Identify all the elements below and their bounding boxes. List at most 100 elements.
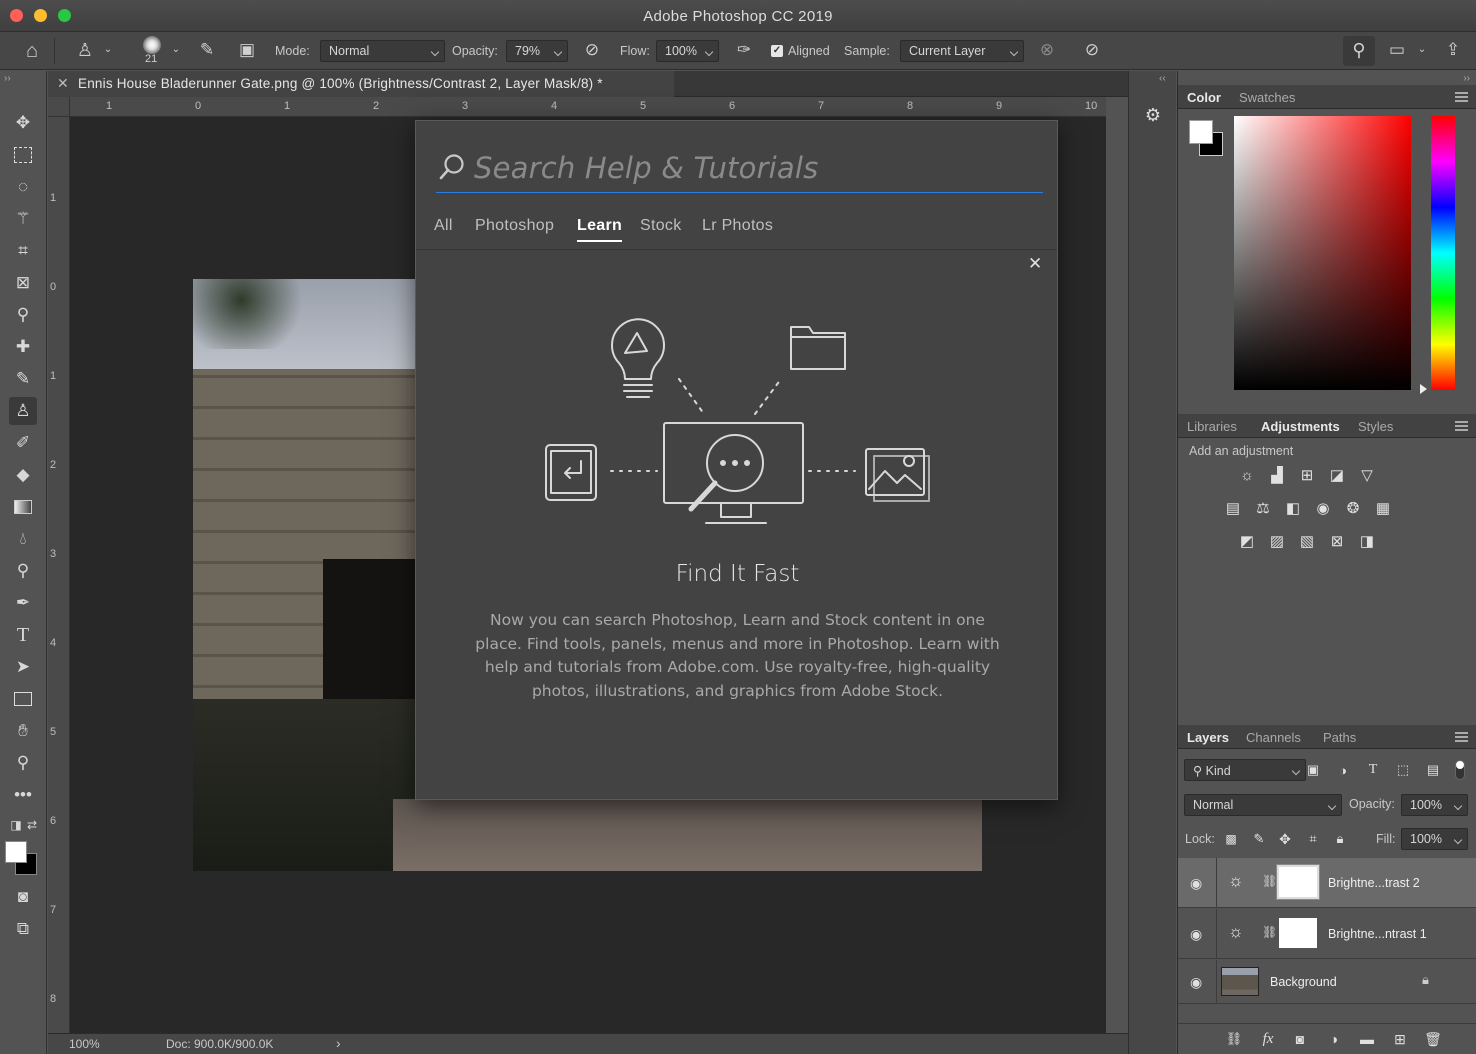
invert-icon[interactable]: ◩ [1236, 530, 1258, 552]
workspace-icon[interactable]: ▭ [1385, 39, 1409, 61]
new-group-icon[interactable]: ▬ [1356, 1028, 1378, 1050]
eyedropper-tool-icon[interactable]: ⚲ [9, 301, 37, 329]
dodge-tool-icon[interactable]: ⚲ [9, 557, 37, 585]
chevron-down-icon[interactable]: ⌄ [100, 39, 116, 61]
chevron-down-icon[interactable]: ⌄ [168, 39, 184, 61]
clone-stamp-preset-icon[interactable]: ♙ [72, 39, 98, 61]
more-tools-icon[interactable]: ••• [9, 781, 37, 809]
tab-color[interactable]: Color [1187, 90, 1221, 105]
color-field[interactable] [1234, 116, 1411, 390]
quick-mask-icon[interactable]: ◙ [9, 883, 37, 911]
hue-slider[interactable] [1431, 116, 1455, 390]
magic-wand-tool-icon[interactable]: ⚚ [9, 205, 37, 233]
learn-panel-icon[interactable]: ⚙ [1141, 101, 1165, 129]
pixel-filter-icon[interactable]: ▣ [1302, 759, 1324, 781]
lock-all-icon[interactable]: 🔒︎ [1329, 828, 1351, 850]
layer-opacity-field[interactable]: 100% [1401, 794, 1468, 816]
layer-name[interactable]: Brightne...trast 2 [1328, 876, 1420, 890]
type-tool-icon[interactable]: T [9, 621, 37, 649]
close-icon[interactable]: ✕ [57, 75, 69, 92]
clone-source-icon[interactable]: ▣ [234, 39, 260, 61]
eye-icon[interactable]: ◉ [1190, 875, 1202, 892]
filter-toggle[interactable] [1455, 760, 1465, 780]
new-layer-icon[interactable]: ⊞ [1389, 1028, 1411, 1050]
tab-layers[interactable]: Layers [1187, 730, 1229, 745]
hue-slider-handle[interactable] [1420, 384, 1427, 394]
gradient-map-icon[interactable]: ⊠ [1326, 530, 1348, 552]
link-icon[interactable]: ⛓ [1262, 925, 1277, 939]
mode-select[interactable]: Normal [320, 40, 445, 62]
move-tool-icon[interactable]: ✥ [9, 109, 37, 137]
pressure-size-icon[interactable]: ⊘ [1080, 39, 1104, 61]
sample-select[interactable]: Current Layer [900, 40, 1024, 62]
airbrush-icon[interactable]: ✑ [731, 39, 757, 61]
close-icon[interactable]: ✕ [1028, 254, 1042, 274]
document-tab[interactable]: ✕ Ennis House Bladerunner Gate.png @ 100… [48, 71, 674, 97]
share-icon[interactable]: ⇪ [1440, 39, 1466, 61]
add-mask-icon[interactable]: ◙ [1289, 1028, 1311, 1050]
threshold-icon[interactable]: ▧ [1296, 530, 1318, 552]
color-lookup-icon[interactable]: ▦ [1372, 497, 1394, 519]
photo-filter-icon[interactable]: ◉ [1312, 497, 1334, 519]
pen-tool-icon[interactable]: ✒ [9, 589, 37, 617]
fx-icon[interactable]: fx [1257, 1028, 1279, 1050]
panel-menu-icon[interactable] [1455, 732, 1468, 742]
blend-mode-select[interactable]: Normal [1184, 794, 1342, 816]
pressure-opacity-icon[interactable]: ⊘ [580, 39, 604, 61]
curves-icon[interactable]: ⊞ [1296, 464, 1318, 486]
levels-icon[interactable]: ▟ [1266, 464, 1288, 486]
tab-adjustments[interactable]: Adjustments [1261, 419, 1340, 434]
tab-all[interactable]: All [434, 217, 453, 235]
path-selection-tool-icon[interactable]: ➤ [9, 653, 37, 681]
swap-colors-icon[interactable]: ⇄ [18, 811, 46, 839]
hand-tool-icon[interactable]: ✋︎ [9, 717, 37, 745]
search-icon[interactable]: ⚲ [1347, 39, 1371, 61]
new-adjustment-icon[interactable]: ◑ [1323, 1028, 1345, 1050]
lock-image-icon[interactable]: ✎ [1248, 828, 1270, 850]
layer-row[interactable]: ◉ Background 🔒︎ [1178, 960, 1476, 1004]
channel-mixer-icon[interactable]: ❂ [1342, 497, 1364, 519]
lock-transparent-icon[interactable]: ▩ [1220, 828, 1242, 850]
type-filter-icon[interactable]: T [1362, 759, 1384, 781]
tab-swatches[interactable]: Swatches [1239, 90, 1295, 105]
aligned-checkbox[interactable]: ✓ [771, 45, 783, 57]
eraser-tool-icon[interactable]: ◆ [9, 461, 37, 489]
tab-styles[interactable]: Styles [1358, 419, 1393, 434]
chevron-down-icon[interactable]: ⌄ [1414, 39, 1430, 61]
eye-icon[interactable]: ◉ [1190, 926, 1202, 943]
layer-thumbnail[interactable] [1221, 967, 1259, 996]
brush-tool-icon[interactable]: ✎ [9, 365, 37, 393]
posterize-icon[interactable]: ▨ [1266, 530, 1288, 552]
collapse-icon[interactable]: ‹‹ [1159, 73, 1166, 84]
link-layers-icon[interactable]: ⛓ [1223, 1028, 1245, 1050]
layer-name[interactable]: Background [1270, 975, 1337, 989]
marquee-tool-icon[interactable] [9, 141, 37, 169]
lock-position-icon[interactable]: ✥ [1274, 828, 1296, 850]
zoom-tool-icon[interactable]: ⚲ [9, 749, 37, 777]
layer-row[interactable]: ◉ ☼ ⛓ Brightne...trast 2 [1178, 858, 1476, 908]
history-brush-tool-icon[interactable]: ✐ [9, 429, 37, 457]
selective-color-icon[interactable]: ◨ [1356, 530, 1378, 552]
ignore-adjustment-layers-icon[interactable]: ⊗ [1035, 39, 1059, 61]
opacity-field[interactable]: 79% [506, 40, 568, 62]
tab-channels[interactable]: Channels [1246, 730, 1301, 745]
black-white-icon[interactable]: ◧ [1282, 497, 1304, 519]
adjustment-filter-icon[interactable]: ◑ [1332, 759, 1354, 781]
crop-tool-icon[interactable]: ⌗ [9, 237, 37, 265]
layer-mask-thumbnail[interactable] [1276, 864, 1320, 900]
tab-stock[interactable]: Stock [640, 217, 682, 235]
tab-learn[interactable]: Learn [577, 217, 623, 242]
frame-tool-icon[interactable]: ⊠ [9, 269, 37, 297]
collapse-icon[interactable]: ›› [1463, 73, 1470, 84]
home-icon[interactable]: ⌂ [20, 40, 44, 62]
layer-mask-thumbnail[interactable] [1279, 918, 1317, 948]
brightness-contrast-icon[interactable]: ☼ [1236, 464, 1258, 486]
screen-mode-icon[interactable]: ⧉ [9, 915, 37, 943]
foreground-color-swatch[interactable] [1189, 120, 1213, 144]
brush-preview-icon[interactable] [143, 36, 161, 54]
tab-lr-photos[interactable]: Lr Photos [702, 217, 773, 235]
fill-field[interactable]: 100% [1401, 828, 1468, 850]
tab-photoshop[interactable]: Photoshop [475, 217, 554, 235]
lock-artboard-icon[interactable]: ⌗ [1302, 828, 1324, 850]
help-search-field[interactable]: Search Help & Tutorials [436, 141, 1043, 193]
